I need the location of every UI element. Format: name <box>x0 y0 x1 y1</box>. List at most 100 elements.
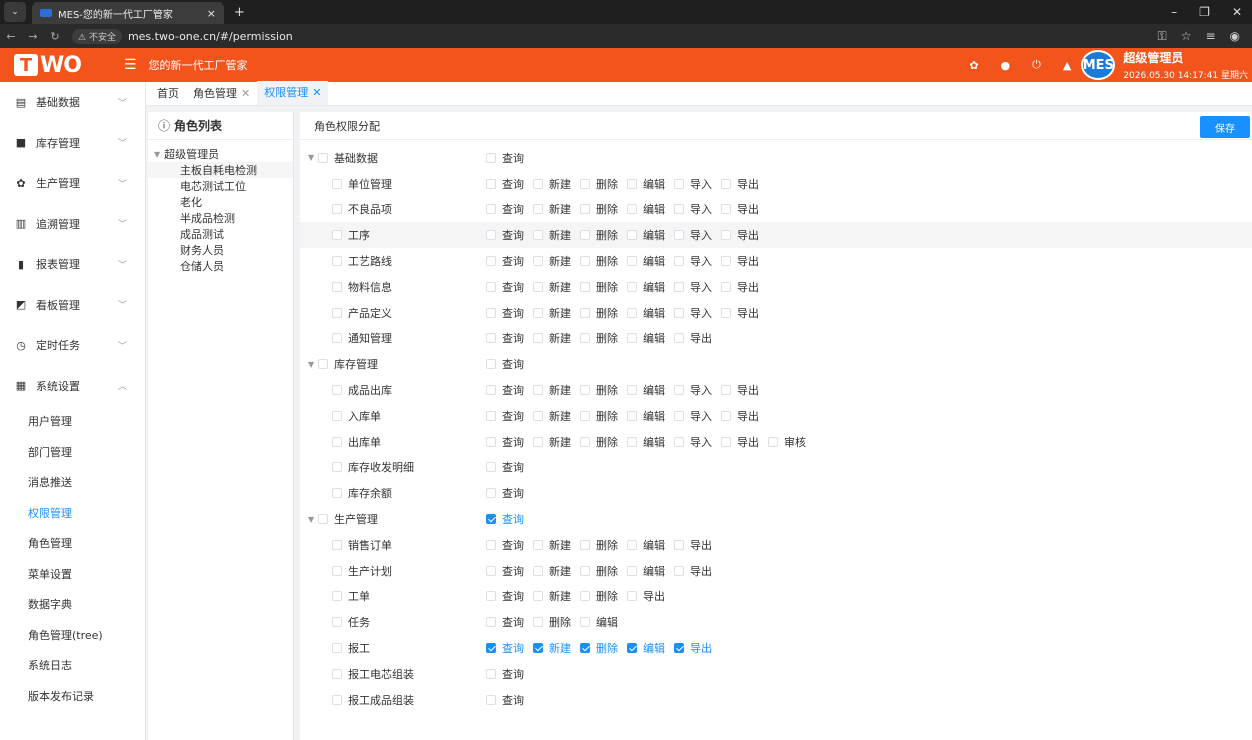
checkbox-box[interactable] <box>486 668 496 679</box>
sidebar-group-scheduled[interactable]: ◷ 定时任务 ﹀ <box>0 325 145 366</box>
checkbox-box[interactable] <box>627 204 637 215</box>
node-checkbox[interactable] <box>332 539 342 550</box>
permission-checkbox[interactable]: 查询 <box>486 201 524 217</box>
permission-checkbox[interactable]: 导出 <box>721 434 759 450</box>
checkbox-box[interactable] <box>533 178 543 189</box>
checkbox-box[interactable] <box>627 565 637 576</box>
tag-roles[interactable]: 角色管理 ✕ <box>186 81 257 105</box>
user-icon[interactable]: ● <box>1001 59 1011 72</box>
sidebar-item-messages[interactable]: 消息推送 <box>0 467 145 498</box>
role-tree-item[interactable]: 半成品检测 <box>148 210 293 226</box>
checkbox-box[interactable] <box>486 333 496 344</box>
permission-checkbox[interactable]: 导出 <box>721 382 759 398</box>
checkbox-box[interactable] <box>721 410 731 421</box>
checkbox-box[interactable] <box>721 204 731 215</box>
checkbox-box[interactable] <box>627 643 637 654</box>
checkbox-box[interactable] <box>580 617 590 628</box>
permission-checkbox[interactable]: 删除 <box>580 640 618 656</box>
permission-checkbox[interactable]: 新建 <box>533 227 571 243</box>
permission-checkbox[interactable]: 导入 <box>674 176 712 192</box>
node-checkbox[interactable] <box>332 488 342 499</box>
role-tree-item[interactable]: 财务人员 <box>148 242 293 258</box>
power-icon[interactable]: ⏻ <box>1032 58 1041 72</box>
permission-checkbox[interactable]: 导出 <box>674 537 712 553</box>
checkbox-box[interactable] <box>674 385 684 396</box>
node-checkbox[interactable] <box>332 230 342 241</box>
node-checkbox[interactable] <box>332 617 342 628</box>
permission-checkbox[interactable]: 删除 <box>580 563 618 579</box>
checkbox-box[interactable] <box>580 333 590 344</box>
sidebar-item-dictionary[interactable]: 数据字典 <box>0 589 145 620</box>
permission-checkbox[interactable]: 编辑 <box>627 201 665 217</box>
role-tree-root[interactable]: ▼ 超级管理员 <box>148 146 293 162</box>
user-info[interactable]: 超级管理员 2026.05.30 14:17:41 星期六 <box>1123 49 1248 81</box>
checkbox-box[interactable] <box>721 281 731 292</box>
checkbox-box[interactable] <box>580 436 590 447</box>
permission-checkbox[interactable]: 导入 <box>674 408 712 424</box>
checkbox-box[interactable] <box>627 410 637 421</box>
checkbox-box[interactable] <box>533 539 543 550</box>
permission-checkbox[interactable]: 删除 <box>580 434 618 450</box>
permission-checkbox[interactable]: 新建 <box>533 382 571 398</box>
sidebar-group-production[interactable]: ✿ 生产管理 ﹀ <box>0 163 145 204</box>
node-checkbox[interactable] <box>318 359 328 370</box>
permission-checkbox[interactable]: 编辑 <box>627 330 665 346</box>
permission-checkbox[interactable]: 新建 <box>533 563 571 579</box>
checkbox-box[interactable] <box>674 307 684 318</box>
permission-checkbox[interactable]: 编辑 <box>627 253 665 269</box>
permission-checkbox[interactable]: 导入 <box>674 305 712 321</box>
sidebar-group-basic-data[interactable]: ▤ 基础数据 ﹀ <box>0 82 145 123</box>
checkbox-box[interactable] <box>533 230 543 241</box>
permission-checkbox[interactable]: 导出 <box>721 201 759 217</box>
permission-checkbox[interactable]: 新建 <box>533 279 571 295</box>
checkbox-box[interactable] <box>674 204 684 215</box>
checkbox-box[interactable] <box>486 591 496 602</box>
checkbox-box[interactable] <box>674 256 684 267</box>
checkbox-box[interactable] <box>627 333 637 344</box>
permission-checkbox[interactable]: 导入 <box>674 279 712 295</box>
caret-down-icon[interactable]: ▼ <box>308 153 318 162</box>
checkbox-box[interactable] <box>721 178 731 189</box>
permission-checkbox[interactable]: 导出 <box>674 330 712 346</box>
sidebar-item-permissions[interactable]: 权限管理 <box>0 498 145 529</box>
permission-checkbox[interactable]: 查询 <box>486 356 524 372</box>
checkbox-box[interactable] <box>721 230 731 241</box>
permission-checkbox[interactable]: 编辑 <box>627 305 665 321</box>
checkbox-box[interactable] <box>627 436 637 447</box>
permission-checkbox[interactable]: 查询 <box>486 150 524 166</box>
checkbox-box[interactable] <box>627 230 637 241</box>
checkbox-box[interactable] <box>533 281 543 292</box>
node-checkbox[interactable] <box>332 436 342 447</box>
node-checkbox[interactable] <box>332 204 342 215</box>
avatar[interactable]: MES <box>1081 50 1116 80</box>
checkbox-box[interactable] <box>674 333 684 344</box>
permission-checkbox[interactable]: 查询 <box>486 408 524 424</box>
caret-down-icon[interactable]: ▼ <box>154 150 160 159</box>
permission-checkbox[interactable]: 新建 <box>533 176 571 192</box>
tag-permissions[interactable]: 权限管理 ✕ <box>257 81 329 105</box>
checkbox-box[interactable] <box>486 385 496 396</box>
permission-checkbox[interactable]: 编辑 <box>627 176 665 192</box>
node-checkbox[interactable] <box>332 333 342 344</box>
checkbox-box[interactable] <box>486 488 496 499</box>
checkbox-box[interactable] <box>768 436 778 447</box>
permission-checkbox[interactable]: 编辑 <box>627 227 665 243</box>
checkbox-box[interactable] <box>580 256 590 267</box>
checkbox-box[interactable] <box>533 385 543 396</box>
permission-checkbox[interactable]: 删除 <box>580 537 618 553</box>
permission-checkbox[interactable]: 删除 <box>580 279 618 295</box>
permission-checkbox[interactable]: 导出 <box>721 253 759 269</box>
checkbox-box[interactable] <box>674 565 684 576</box>
sidebar-item-users[interactable]: 用户管理 <box>0 406 145 437</box>
permission-checkbox[interactable]: 编辑 <box>580 614 618 630</box>
checkbox-box[interactable] <box>580 539 590 550</box>
permission-checkbox[interactable]: 编辑 <box>627 382 665 398</box>
permission-checkbox[interactable]: 查询 <box>486 434 524 450</box>
sidebar-item-departments[interactable]: 部门管理 <box>0 437 145 468</box>
permission-checkbox[interactable]: 编辑 <box>627 434 665 450</box>
close-icon[interactable]: ✕ <box>241 87 250 100</box>
checkbox-box[interactable] <box>486 256 496 267</box>
reload-icon[interactable]: ↻ <box>44 30 66 43</box>
checkbox-box[interactable] <box>580 410 590 421</box>
permission-checkbox[interactable]: 新建 <box>533 305 571 321</box>
